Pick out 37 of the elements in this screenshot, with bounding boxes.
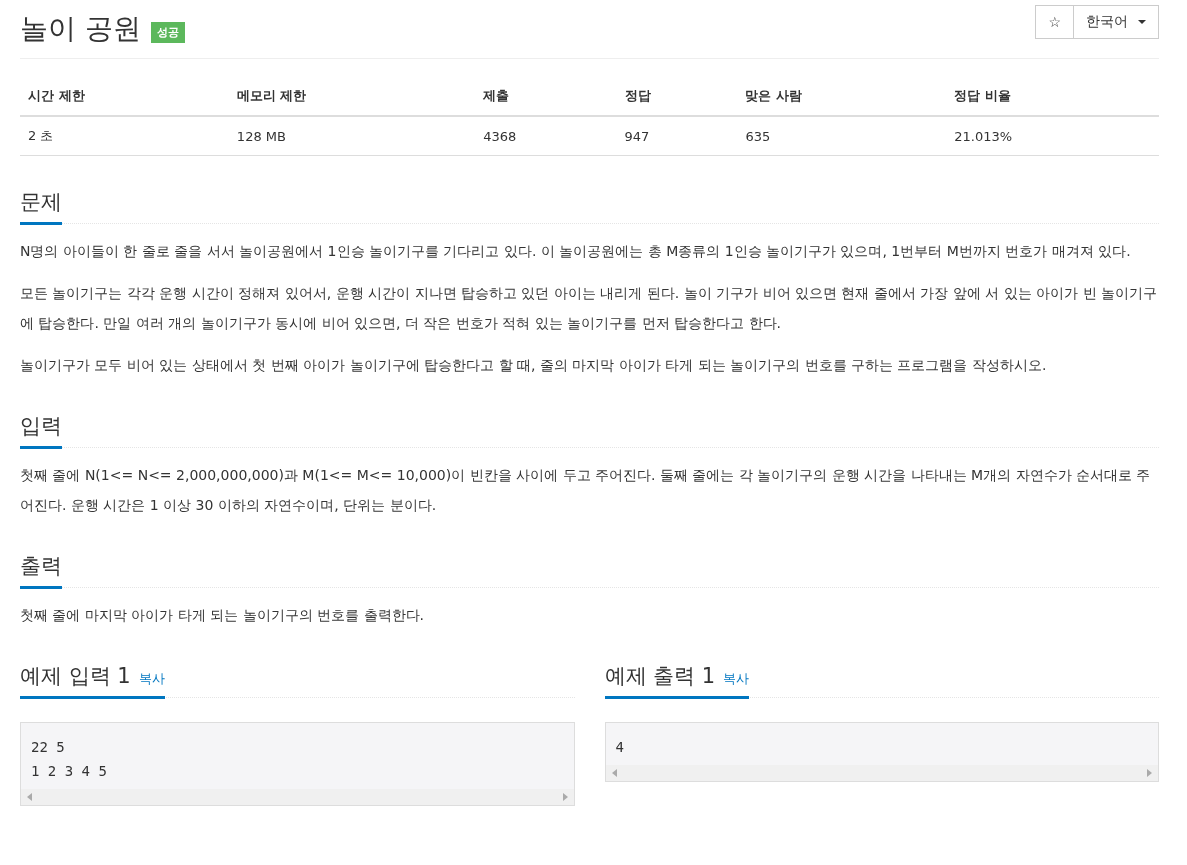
table-cell: 4368	[475, 116, 617, 156]
column-header: 메모리 제한	[228, 77, 476, 116]
section-heading: 출력	[20, 552, 62, 589]
scroll-left-icon[interactable]	[611, 769, 617, 777]
paragraph: 모든 놀이기구는 각각 운행 시간이 정해져 있어서, 운행 시간이 지나면 탑승하고 있던 아이는 내리게 된다. 놀이 기구가 비어 있으면 현재 줄에서 가장 앞에 서 있는 아이가 빈 놀이기구에 탑승한다. 만일 여러 개의 놀이기구가 동시에 비어 있으면, 더 작은 번호가 적혀 있는 놀이기구를 먼저 탑승한다고 한다.	[20, 284, 1159, 333]
column-header: 제출	[475, 77, 617, 116]
scrollbar[interactable]	[21, 789, 574, 805]
scrollbar[interactable]	[605, 765, 1158, 781]
paragraph: N명의 아이들이 한 줄로 줄을 서서 놀이공원에서 1인승 놀이기구를 기다리고 있다. 이 놀이공원에는 총 M종류의 1인승 놀이기구가 있으며, 1번부터 M번까지 번호가 매겨져 있다.	[20, 242, 1132, 261]
paragraph: 첫째 줄에 마지막 아이가 타게 되는 놀이기구의 번호를 출력한다.	[20, 606, 426, 625]
scroll-right-icon[interactable]	[562, 793, 568, 801]
table-cell: 2 초	[20, 116, 229, 156]
result-badge: 성공	[150, 21, 185, 43]
table-cell: 128 MB	[228, 116, 476, 156]
scroll-right-icon[interactable]	[1147, 769, 1152, 777]
sample-heading: 예제 출력 1	[604, 663, 716, 690]
table-cell: 635	[737, 116, 947, 156]
problem-title: 놀이 공원	[20, 11, 141, 47]
favorite-button[interactable]: ☆	[1035, 5, 1074, 39]
column-header: 정답	[616, 77, 738, 116]
table-cell: 21.013%	[946, 116, 1159, 156]
section-heading: 입력	[20, 412, 62, 449]
scroll-left-icon[interactable]	[27, 793, 32, 801]
sample-text: 22 5 1 2 3 4 5	[30, 738, 108, 781]
sample-heading: 예제 입력 1	[20, 663, 131, 690]
language-dropdown[interactable]: 한국어	[1074, 5, 1159, 39]
column-header: 맞은 사람	[737, 77, 947, 116]
copy-link[interactable]: 복사	[138, 670, 165, 688]
sample-text: 4	[614, 738, 625, 757]
table-cell: 947	[616, 116, 738, 156]
column-header: 정답 비율	[946, 77, 1159, 116]
column-header: 시간 제한	[20, 77, 229, 116]
caret-icon	[1138, 20, 1146, 24]
section-heading: 문제	[20, 188, 62, 225]
copy-link[interactable]: 복사	[723, 670, 750, 688]
paragraph: 첫째 줄에 N(1<= N<= 2,000,000,000)과 M(1<= M<= 10,000)이 빈칸을 사이에 두고 주어진다. 둘째 줄에는 각 놀이기구의 운행 시간을 나타내는 M개의 자연수가 순서대로 주어진다. 운행 시간은 1 이상 30 이하의 자연수이며, 단위는 분이다.	[20, 466, 1152, 515]
paragraph: 놀이기구가 모두 비어 있는 상태에서 첫 번째 아이가 놀이기구에 탑승한다고 할 때, 줄의 마지막 아이가 타게 되는 놀이기구의 번호를 구하는 프로그램을 작성하시오.	[20, 356, 1048, 375]
